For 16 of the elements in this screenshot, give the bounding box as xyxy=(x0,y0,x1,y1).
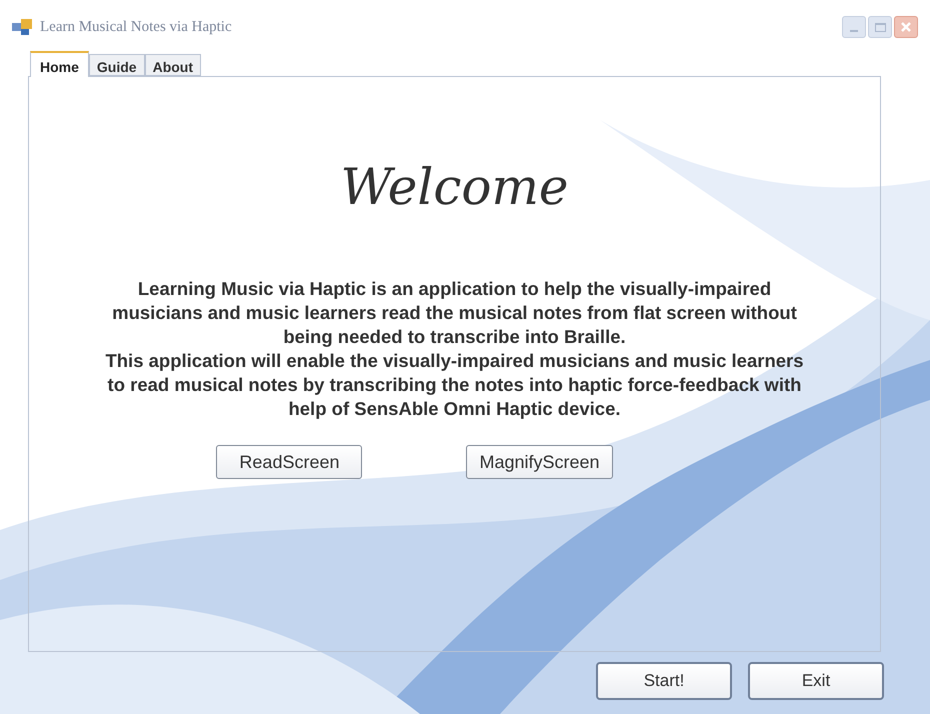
close-icon xyxy=(900,21,912,33)
description-paragraph: This application will enable the visually-impaired musicians and music learners to read musical notes by transcribing the notes into haptic force-feedback with help of SensAble Omni Haptic device. xyxy=(104,349,805,421)
app-icon xyxy=(12,19,32,35)
maximize-button[interactable] xyxy=(868,16,892,38)
window-title: Learn Musical Notes via Haptic xyxy=(40,18,232,37)
close-button[interactable] xyxy=(894,16,918,38)
tab[interactable]: Home xyxy=(30,51,89,77)
welcome-heading: Welcome xyxy=(340,157,568,217)
minimize-button[interactable] xyxy=(842,16,866,38)
screen-button[interactable]: ReadScreen xyxy=(216,445,362,479)
description-paragraph: Learning Music via Haptic is an application to help the visually-impaired musicians and music learners read the musical notes from flat screen without being needed to transcribe into Braille. xyxy=(111,277,798,349)
tab[interactable]: About xyxy=(144,54,202,76)
screen-button[interactable]: MagnifyScreen xyxy=(466,445,613,479)
footer-button[interactable]: Start! xyxy=(596,662,732,700)
footer-button[interactable]: Exit xyxy=(748,662,884,700)
tab[interactable]: Guide xyxy=(88,54,145,76)
